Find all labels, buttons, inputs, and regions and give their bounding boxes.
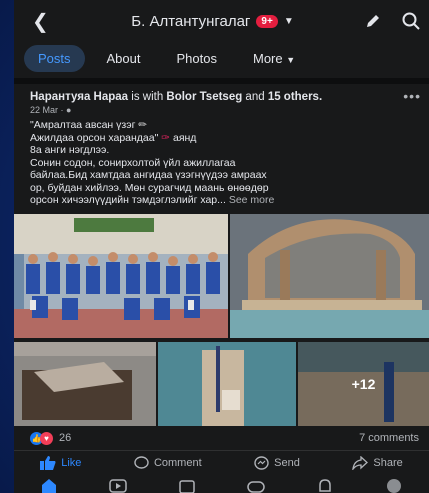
share-label: Share xyxy=(373,456,403,469)
author-name[interactable]: Нарантуяа Нараа xyxy=(30,91,128,103)
reaction-count[interactable]: 26 xyxy=(59,432,359,444)
profile-avatar[interactable] xyxy=(385,477,403,493)
home-icon[interactable] xyxy=(40,477,58,493)
bottom-navigation xyxy=(14,474,429,493)
share-arrow-icon xyxy=(352,455,369,470)
tagged-person[interactable]: Bolor Tsetseg xyxy=(166,91,242,103)
comment-button[interactable]: Comment xyxy=(134,455,202,470)
top-bar: ❮ Б. Алтантунгалаг 9+ ▼ xyxy=(14,0,429,42)
tab-posts[interactable]: Posts xyxy=(24,44,85,72)
post-line: аянд xyxy=(170,131,197,144)
post-line: 8а анги нэгдлээ. xyxy=(30,144,110,156)
app-screen: ❮ Б. Алтантунгалаг 9+ ▼ Posts About Phot… xyxy=(14,0,429,493)
post-text: "Амралтаа авсан үзэг ✏ Ажилдаа орсон хар… xyxy=(14,115,429,207)
post-date: 22 Mar · xyxy=(30,105,64,115)
post-line: байлаа.Бид хамтдаа ангидаа үзэгнүүдээ ам… xyxy=(30,169,267,181)
comment-label: Comment xyxy=(153,456,202,469)
post-actions: Like Comment Send Share xyxy=(14,450,429,474)
and-text: and xyxy=(242,91,268,103)
search-icon[interactable] xyxy=(401,11,421,31)
post-line: "Амралтаа авсан үзэг xyxy=(30,119,136,131)
share-button[interactable]: Share xyxy=(352,455,403,470)
reactions-bar: 👍 ♥ 26 7 comments xyxy=(14,428,429,448)
post-line: Ажилдаа орсон харандаа" xyxy=(30,131,159,144)
tagged-others[interactable]: 15 others xyxy=(268,91,319,103)
tab-photos[interactable]: Photos xyxy=(163,45,231,72)
profile-tabs: Posts About Photos More ▼ xyxy=(14,42,429,74)
photo-cardboard-box[interactable] xyxy=(14,342,156,426)
pen-emoji-icon: ✏ xyxy=(138,119,148,131)
like-label: Like xyxy=(61,456,82,469)
photo-more[interactable]: +12 xyxy=(298,342,429,426)
photo-cardboard-bed[interactable] xyxy=(230,214,429,338)
photo-class-group[interactable] xyxy=(14,214,228,338)
page-title[interactable]: Б. Алтантунгалаг 9+ ▼ xyxy=(62,13,363,30)
post-line: Сонин содон, сонирхолтой үйл ажиллагаа xyxy=(30,156,236,169)
send-button[interactable]: Send xyxy=(254,455,300,470)
caret-down-icon: ▼ xyxy=(283,15,294,27)
notification-badge: 9+ xyxy=(256,14,278,28)
post-line: орсон хичээлүүдийн тэмдэглэлийг хар... xyxy=(30,194,226,206)
see-more-link[interactable]: See more xyxy=(229,194,275,206)
with-text: is with xyxy=(128,91,167,103)
like-button[interactable]: Like xyxy=(40,455,82,470)
bell-icon[interactable] xyxy=(316,477,334,493)
back-arrow-icon[interactable]: ❮ xyxy=(32,9,62,34)
more-photos-count: +12 xyxy=(298,342,429,426)
tab-about[interactable]: About xyxy=(93,45,155,72)
tab-more-label: More xyxy=(252,50,283,66)
caret-down-icon: ▼ xyxy=(286,54,296,65)
marketplace-icon[interactable] xyxy=(178,477,196,493)
post-author-line: Нарантуяа Нараа is with Bolor Tsetseg an… xyxy=(30,91,323,103)
gaming-icon[interactable] xyxy=(247,477,265,493)
thumbs-up-icon xyxy=(40,455,56,470)
post-header: Нарантуяа Нараа is with Bolor Tsetseg an… xyxy=(14,84,429,115)
edit-pen-icon[interactable] xyxy=(363,11,383,31)
crayon-emoji-icon: ✑ xyxy=(161,131,171,144)
messenger-icon xyxy=(254,455,269,470)
page-name-label: Б. Алтантунгалаг xyxy=(131,12,251,30)
comments-count[interactable]: 7 comments xyxy=(359,432,419,444)
more-options-icon[interactable]: ••• xyxy=(403,88,421,104)
globe-icon: ● xyxy=(66,105,72,115)
post-meta: 22 Mar · ● xyxy=(30,105,419,115)
video-icon[interactable] xyxy=(108,477,127,493)
photo-grid: +12 xyxy=(14,214,429,426)
love-reaction-icon: ♥ xyxy=(40,431,53,445)
photo-pen-box[interactable] xyxy=(158,342,296,426)
tab-more[interactable]: More ▼ xyxy=(239,45,309,72)
send-label: Send xyxy=(274,456,300,469)
comment-icon xyxy=(134,455,149,469)
post-line: ор, буйдан хийлээ. Мөн сурагчид маань өн… xyxy=(30,181,269,194)
